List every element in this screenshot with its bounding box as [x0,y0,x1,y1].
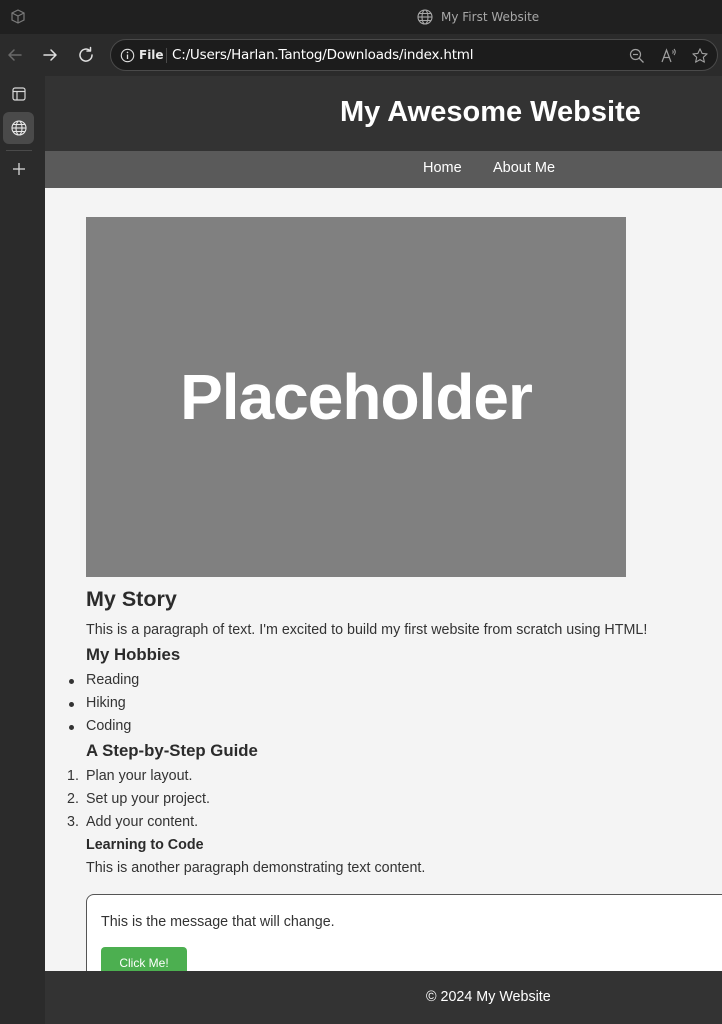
refresh-icon [79,46,93,62]
sidebar-divider [6,150,32,151]
footer-text: © 2024 My Website [426,989,551,1005]
list-item: 3. Add your content. [67,814,199,830]
forward-button[interactable] [38,43,62,67]
window-title-text: My First Website [441,10,540,24]
list-item: Reading [69,672,139,688]
site-nav: Home About Me [45,151,722,188]
url-text[interactable]: C:/Users/Harlan.Tantog/Downloads/index.h… [172,47,473,63]
tab-actions-button[interactable] [3,78,34,110]
zoom-icon[interactable] [628,47,646,65]
new-tab-button[interactable] [3,153,34,185]
globe-icon [10,120,27,136]
story-paragraph: This is a paragraph of text. I'm excited… [86,622,648,638]
learning-paragraph: This is another paragraph demonstrating … [86,860,426,876]
message-text: This is the message that will change. [101,914,335,930]
vertical-tabs-sidebar [0,76,45,1024]
globe-icon [417,9,433,25]
hero-image-placeholder: Placeholder [86,217,626,577]
story-heading: My Story [86,587,177,611]
nav-link-about-me[interactable]: About Me [493,160,555,176]
hobbies-heading: My Hobbies [86,645,181,664]
nav-link-home[interactable]: Home [423,160,462,176]
site-header: My Awesome Website [45,76,722,151]
bullet [69,679,74,684]
page-viewport[interactable]: My Awesome Website Home About Me Placeho… [45,76,722,1024]
list-item: Coding [69,718,131,734]
guide-heading: A Step-by-Step Guide [86,741,258,760]
back-arrow-icon [8,49,22,61]
new-tab-plus-icon [12,163,25,175]
forward-arrow-icon [43,49,57,61]
site-footer: © 2024 My Website [45,971,722,1024]
list-item: 2. Set up your project. [67,791,210,807]
back-button[interactable] [3,43,27,67]
list-item: Hiking [69,695,126,711]
tab-my-first-website[interactable] [3,112,34,144]
list-item: 1. Plan your layout. [67,768,193,784]
site-title: My Awesome Website [340,96,641,128]
list-number: 3. [67,814,79,830]
read-aloud-icon[interactable] [660,47,678,65]
tab-actions-icon [11,87,26,101]
learning-heading: Learning to Code [86,837,204,853]
window-title: My First Website [416,7,539,27]
bullet [69,725,74,730]
info-icon[interactable] [120,48,135,63]
workspaces-icon[interactable] [9,8,27,26]
list-number: 1. [67,768,79,784]
address-divider [166,48,167,63]
scheme-label: File [139,48,164,62]
list-number: 2. [67,791,79,807]
refresh-button[interactable] [74,43,98,67]
favorite-star-icon[interactable] [691,47,709,65]
address-bar[interactable]: File C:/Users/Harlan.Tantog/Downloads/in… [110,39,718,71]
browser-toolbar: File C:/Users/Harlan.Tantog/Downloads/in… [0,34,722,76]
window-titlebar: My First Website [0,0,722,34]
hero-placeholder-text: Placeholder [180,361,533,433]
bullet [69,702,74,707]
